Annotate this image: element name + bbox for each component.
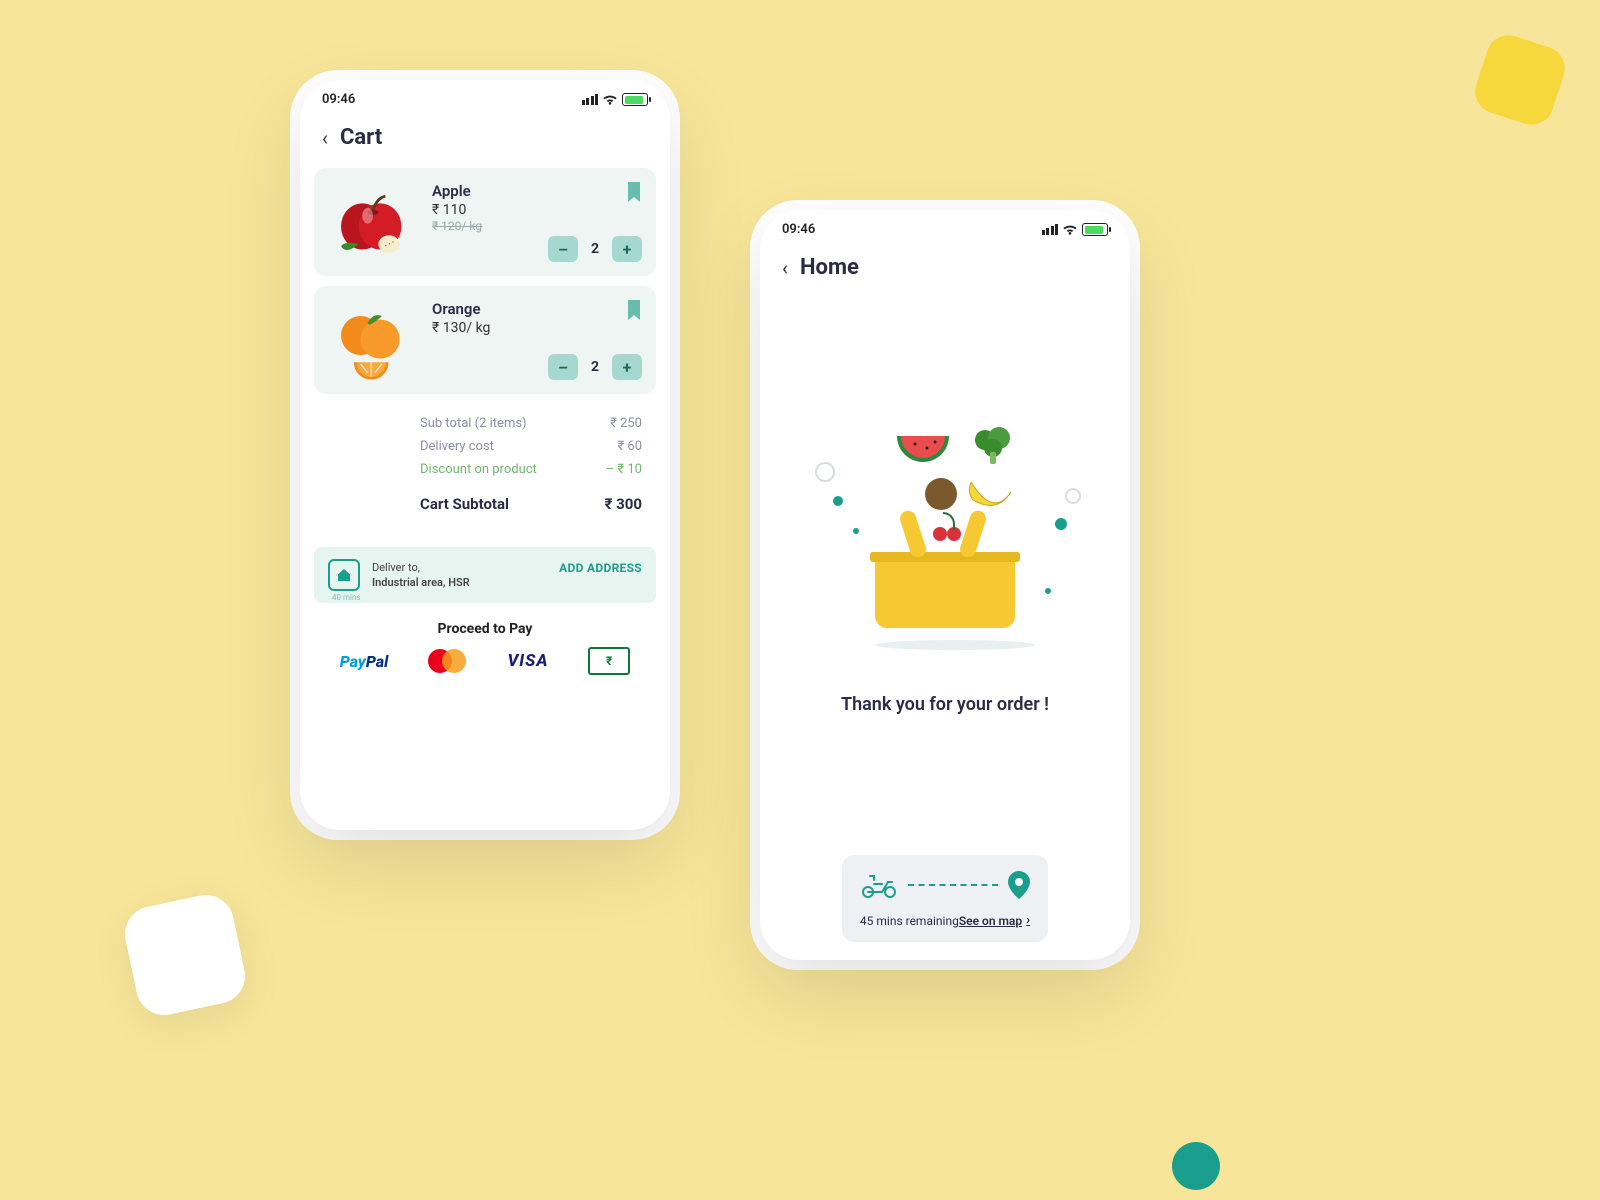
proceed-button[interactable]: Proceed to Pay [300, 603, 670, 647]
item-image-orange [328, 300, 418, 380]
subtotal-value: ₹ 250 [610, 416, 642, 431]
deliver-address: Industrial area, HSR [372, 576, 470, 589]
signal-icon [582, 94, 599, 105]
discount-label: Discount on product [420, 462, 537, 477]
item-price: ₹ 110 [432, 202, 642, 218]
item-price: ₹ 130/ kg [432, 320, 642, 336]
progress-line [908, 884, 998, 886]
delivery-label: Delivery cost [420, 439, 494, 454]
wifi-icon [602, 94, 618, 106]
see-on-map-button[interactable]: See on map› [959, 913, 1030, 928]
delivery-value: ₹ 60 [617, 439, 642, 454]
mastercard-icon[interactable] [428, 648, 468, 674]
tracking-card: 45 mins remaining See on map› [842, 855, 1048, 942]
wifi-icon [1062, 224, 1078, 236]
cash-icon[interactable] [588, 647, 630, 675]
qty-plus-button[interactable]: + [612, 236, 642, 262]
deliver-to-label: Deliver to, [372, 561, 420, 574]
battery-icon [1082, 223, 1108, 236]
thankyou-illustration [805, 408, 1085, 668]
phone-home: 09:46 ‹ Home [750, 200, 1140, 970]
payment-methods: PayPal VISA [300, 647, 670, 687]
totals: Sub total (2 items) ₹ 250 Delivery cost ₹ … [300, 394, 670, 527]
total-label: Cart Subtotal [420, 495, 509, 513]
delivery-eta: 40 mins [332, 593, 360, 602]
total-value: ₹ 300 [605, 495, 642, 513]
add-address-button[interactable]: ADD ADDRESS [559, 561, 642, 575]
phone-cart: 09:46 ‹ Cart [290, 70, 680, 840]
qty-minus-button[interactable]: – [548, 354, 578, 380]
item-name: Apple [432, 182, 642, 200]
qty-minus-button[interactable]: – [548, 236, 578, 262]
item-old-price: ₹ 120/ kg [432, 219, 642, 233]
scooter-icon [860, 872, 898, 898]
bookmark-icon[interactable] [626, 300, 642, 320]
battery-icon [622, 93, 648, 106]
status-bar: 09:46 [300, 80, 670, 113]
pin-icon [1008, 871, 1030, 899]
status-bar: 09:46 [760, 210, 1130, 243]
qty-value: 2 [588, 359, 602, 375]
delivery-card: 40 mins Deliver to, Industrial area, HSR… [314, 547, 656, 603]
page-title: Home [800, 255, 859, 280]
chevron-right-icon: › [1026, 913, 1030, 928]
status-time: 09:46 [782, 222, 815, 237]
thankyou-text: Thank you for your order ! [841, 694, 1049, 715]
discount-value: – ₹ 10 [606, 462, 642, 477]
status-time: 09:46 [322, 92, 355, 107]
item-name: Orange [432, 300, 642, 318]
cart-item: Apple ₹ 110 ₹ 120/ kg – 2 + [314, 168, 656, 276]
paypal-icon[interactable]: PayPal [340, 652, 389, 671]
qty-value: 2 [588, 241, 602, 257]
bookmark-icon[interactable] [626, 182, 642, 202]
home-icon [328, 559, 360, 591]
subtotal-label: Sub total (2 items) [420, 416, 527, 431]
signal-icon [1042, 224, 1059, 235]
back-button[interactable]: ‹ [782, 256, 788, 280]
back-button[interactable]: ‹ [322, 126, 328, 150]
qty-plus-button[interactable]: + [612, 354, 642, 380]
item-image-apple [328, 182, 418, 262]
time-remaining: 45 mins remaining [860, 914, 959, 928]
visa-icon[interactable]: VISA [507, 651, 548, 671]
page-title: Cart [340, 125, 382, 150]
cart-item: Orange ₹ 130/ kg – 2 + [314, 286, 656, 394]
